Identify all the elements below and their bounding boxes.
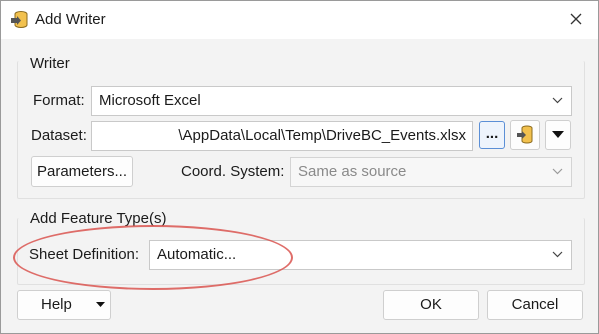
help-label: Help: [41, 296, 72, 313]
feature-type-group-title: Add Feature Type(s): [30, 210, 167, 227]
coord-system-value: Same as source: [298, 163, 407, 180]
help-button[interactable]: Help: [17, 290, 111, 320]
sheet-definition-label: Sheet Definition:: [29, 246, 140, 263]
writer-db-icon: [10, 10, 30, 30]
ok-button[interactable]: OK: [383, 290, 479, 320]
close-button[interactable]: [556, 2, 596, 36]
chevron-down-icon: [552, 97, 563, 104]
sheet-definition-value: Automatic...: [157, 246, 237, 263]
parameters-button[interactable]: Parameters...: [31, 156, 133, 187]
caret-down-icon: [96, 302, 105, 307]
chevron-down-icon: [552, 251, 563, 258]
database-arrow-icon: [517, 125, 533, 144]
writer-group-title: Writer: [30, 55, 70, 72]
coord-system-label: Coord. System:: [181, 163, 285, 180]
close-icon: [570, 13, 582, 25]
caret-down-icon: [552, 131, 564, 138]
format-label: Format:: [33, 92, 85, 109]
dataset-value: \AppData\Local\Temp\DriveBC_Events.xlsx: [178, 127, 466, 144]
title-bar: Add Writer: [1, 1, 598, 39]
format-value: Microsoft Excel: [99, 92, 201, 109]
dataset-input[interactable]: \AppData\Local\Temp\DriveBC_Events.xlsx: [91, 121, 473, 151]
chevron-down-icon: [552, 168, 563, 175]
dataset-label: Dataset:: [31, 127, 87, 144]
dataset-dropdown-button[interactable]: [545, 120, 571, 150]
add-writer-dialog: Add Writer Writer Format: Microsoft Exce…: [0, 0, 599, 334]
dataset-source-button[interactable]: [510, 120, 540, 150]
dialog-title: Add Writer: [35, 11, 106, 28]
coord-system-combo[interactable]: Same as source: [290, 157, 572, 187]
format-combo[interactable]: Microsoft Excel: [91, 86, 572, 116]
browse-button[interactable]: ...: [479, 121, 505, 149]
cancel-button[interactable]: Cancel: [487, 290, 583, 320]
sheet-definition-combo[interactable]: Automatic...: [149, 240, 572, 270]
